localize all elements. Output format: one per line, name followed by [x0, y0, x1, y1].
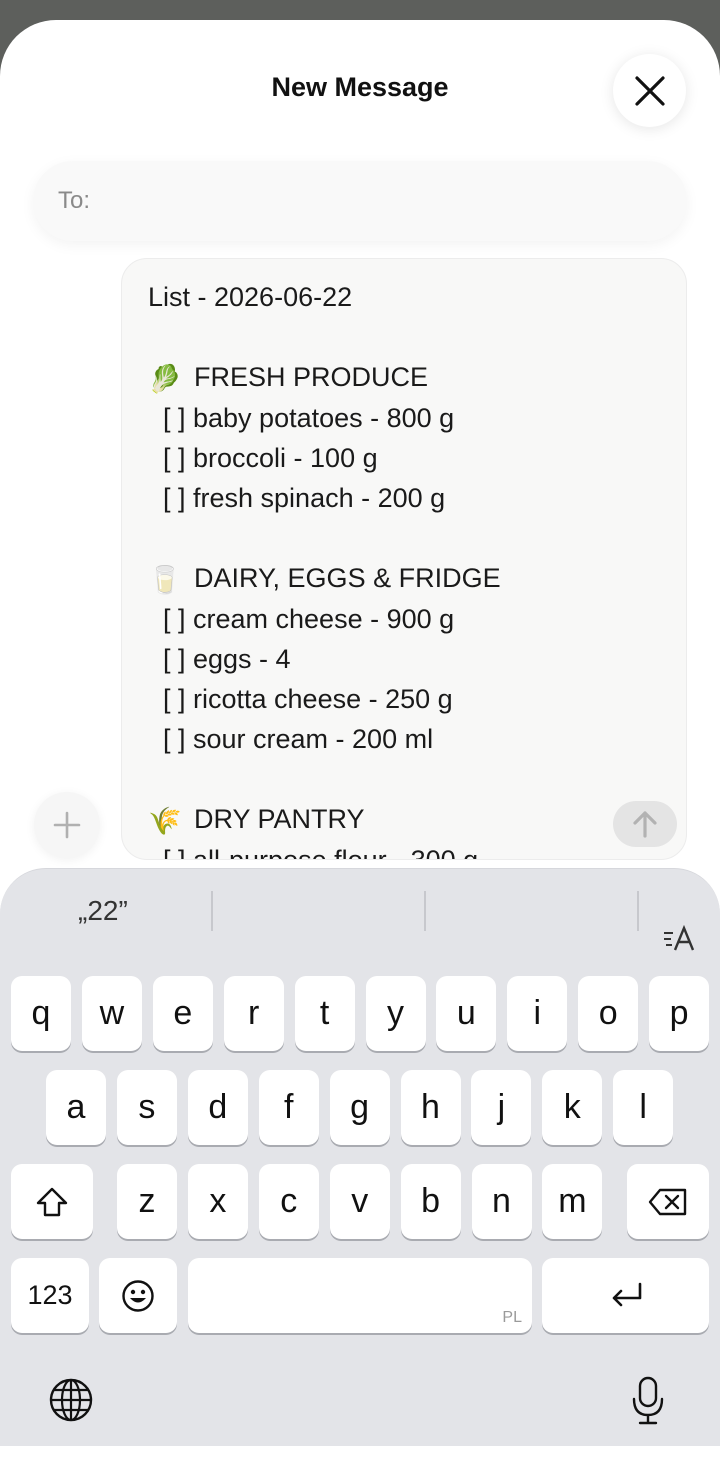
return-icon: [612, 1282, 641, 1306]
key-a[interactable]: a: [46, 1070, 106, 1145]
key-d[interactable]: d: [187, 1070, 248, 1145]
numbers-key[interactable]: 123: [11, 1258, 89, 1333]
key-s[interactable]: s: [116, 1070, 177, 1145]
suggestion-divider: [424, 891, 426, 931]
keyboard: „22” qwertyuiop asdfghjkl zxcvbnm 123 PL: [0, 868, 720, 1446]
key-t[interactable]: t: [294, 976, 355, 1051]
message-line-text: DRY PANTRY: [194, 804, 365, 835]
delete-key[interactable]: [627, 1164, 709, 1239]
send-button[interactable]: [613, 801, 677, 847]
shift-key[interactable]: [11, 1164, 93, 1239]
message-line-text: [ ] broccoli - 100 g: [148, 442, 378, 473]
message-line-text: FRESH PRODUCE: [194, 362, 429, 393]
key-x[interactable]: x: [187, 1164, 248, 1239]
message-line: [148, 317, 606, 357]
recipient-field[interactable]: To:: [33, 161, 687, 241]
shift-icon: [36, 1187, 68, 1216]
emoji-icon: [122, 1279, 154, 1312]
suggestion-1[interactable]: „22”: [78, 895, 128, 927]
message-line: [ ] eggs - 4: [148, 639, 606, 679]
message-line: List - 2026-06-22: [148, 277, 606, 317]
message-line: [ ] broccoli - 100 g: [148, 438, 606, 478]
message-line-text: List - 2026-06-22: [148, 282, 353, 312]
key-l[interactable]: l: [613, 1070, 674, 1145]
key-m[interactable]: m: [542, 1164, 603, 1239]
key-u[interactable]: u: [436, 976, 497, 1051]
dictation-button[interactable]: [628, 1373, 668, 1429]
key-i[interactable]: i: [507, 976, 568, 1051]
key-v[interactable]: v: [329, 1164, 390, 1239]
text-format-button[interactable]: [660, 919, 700, 959]
message-line: [ ] cream cheese - 900 g: [148, 599, 606, 639]
suggestion-divider: [211, 891, 213, 931]
message-line-text: [ ] baby potatoes - 800 g: [148, 402, 455, 433]
close-button[interactable]: [613, 54, 686, 127]
key-r[interactable]: r: [223, 976, 284, 1051]
key-n[interactable]: n: [471, 1164, 532, 1239]
globe-button[interactable]: [46, 1375, 96, 1425]
keyboard-language: PL: [502, 1309, 522, 1326]
emoji-key[interactable]: [99, 1258, 177, 1333]
message-line: [ ] fresh spinach - 200 g: [148, 478, 606, 518]
key-h[interactable]: h: [400, 1070, 461, 1145]
key-f[interactable]: f: [258, 1070, 319, 1145]
message-line-text: [ ] ricotta cheese - 250 g: [148, 683, 453, 714]
message-line-text: DAIRY, EGGS & FRIDGE: [194, 563, 501, 594]
return-key[interactable]: [542, 1258, 709, 1333]
space-key[interactable]: PL: [188, 1258, 532, 1333]
key-g[interactable]: g: [329, 1070, 390, 1145]
message-line-text: [ ] sour cream - 200 ml: [148, 724, 434, 755]
key-e[interactable]: e: [152, 976, 213, 1051]
message-line-text: [ ] cream cheese - 900 g: [148, 603, 455, 634]
message-line: [ ] sour cream - 200 ml: [148, 719, 606, 759]
arrow-up-icon: [633, 811, 657, 838]
suggestion-divider: [637, 891, 639, 931]
recipient-label: To:: [58, 187, 91, 214]
message-line: [ ] all-purpose flour - 300 g: [148, 840, 606, 860]
message-line: [148, 759, 606, 799]
key-z[interactable]: z: [117, 1164, 177, 1239]
add-attachment-button[interactable]: [34, 792, 100, 858]
microphone-icon: [632, 1376, 664, 1425]
key-j[interactable]: j: [471, 1070, 532, 1145]
close-icon: [634, 75, 665, 106]
key-y[interactable]: y: [365, 976, 426, 1051]
category-emoji-icon: 🌾: [148, 806, 182, 837]
key-o[interactable]: o: [578, 976, 639, 1051]
message-line: 🥛 DAIRY, EGGS & FRIDGE: [148, 558, 606, 598]
message-input[interactable]: List - 2026-06-22 🥬 FRESH PRODUCE [ ] baby…: [121, 258, 687, 860]
category-emoji-icon: 🥬: [148, 364, 182, 395]
message-line: 🌾 DRY PANTRY: [148, 799, 606, 839]
key-q[interactable]: q: [11, 976, 71, 1051]
message-line-text: [ ] eggs - 4: [148, 643, 291, 674]
category-emoji-icon: 🥛: [148, 565, 182, 596]
text-format-icon: [664, 924, 695, 951]
message-line-text: [ ] fresh spinach - 200 g: [148, 482, 446, 513]
key-k[interactable]: k: [542, 1070, 603, 1145]
message-line: [ ] baby potatoes - 800 g: [148, 398, 606, 438]
message-text: List - 2026-06-22 🥬 FRESH PRODUCE [ ] baby…: [148, 277, 606, 860]
message-line-text: [ ] all-purpose flour - 300 g: [148, 844, 479, 860]
message-line: [ ] ricotta cheese - 250 g: [148, 679, 606, 719]
message-line: [148, 518, 606, 558]
key-c[interactable]: c: [258, 1164, 319, 1239]
backspace-icon: [648, 1188, 687, 1215]
globe-icon: [49, 1378, 93, 1422]
plus-icon: [53, 811, 81, 839]
key-b[interactable]: b: [400, 1164, 461, 1239]
key-p[interactable]: p: [649, 976, 710, 1051]
page-title: New Message: [271, 72, 449, 102]
message-line: 🥬 FRESH PRODUCE: [148, 357, 606, 397]
key-w[interactable]: w: [81, 976, 142, 1051]
